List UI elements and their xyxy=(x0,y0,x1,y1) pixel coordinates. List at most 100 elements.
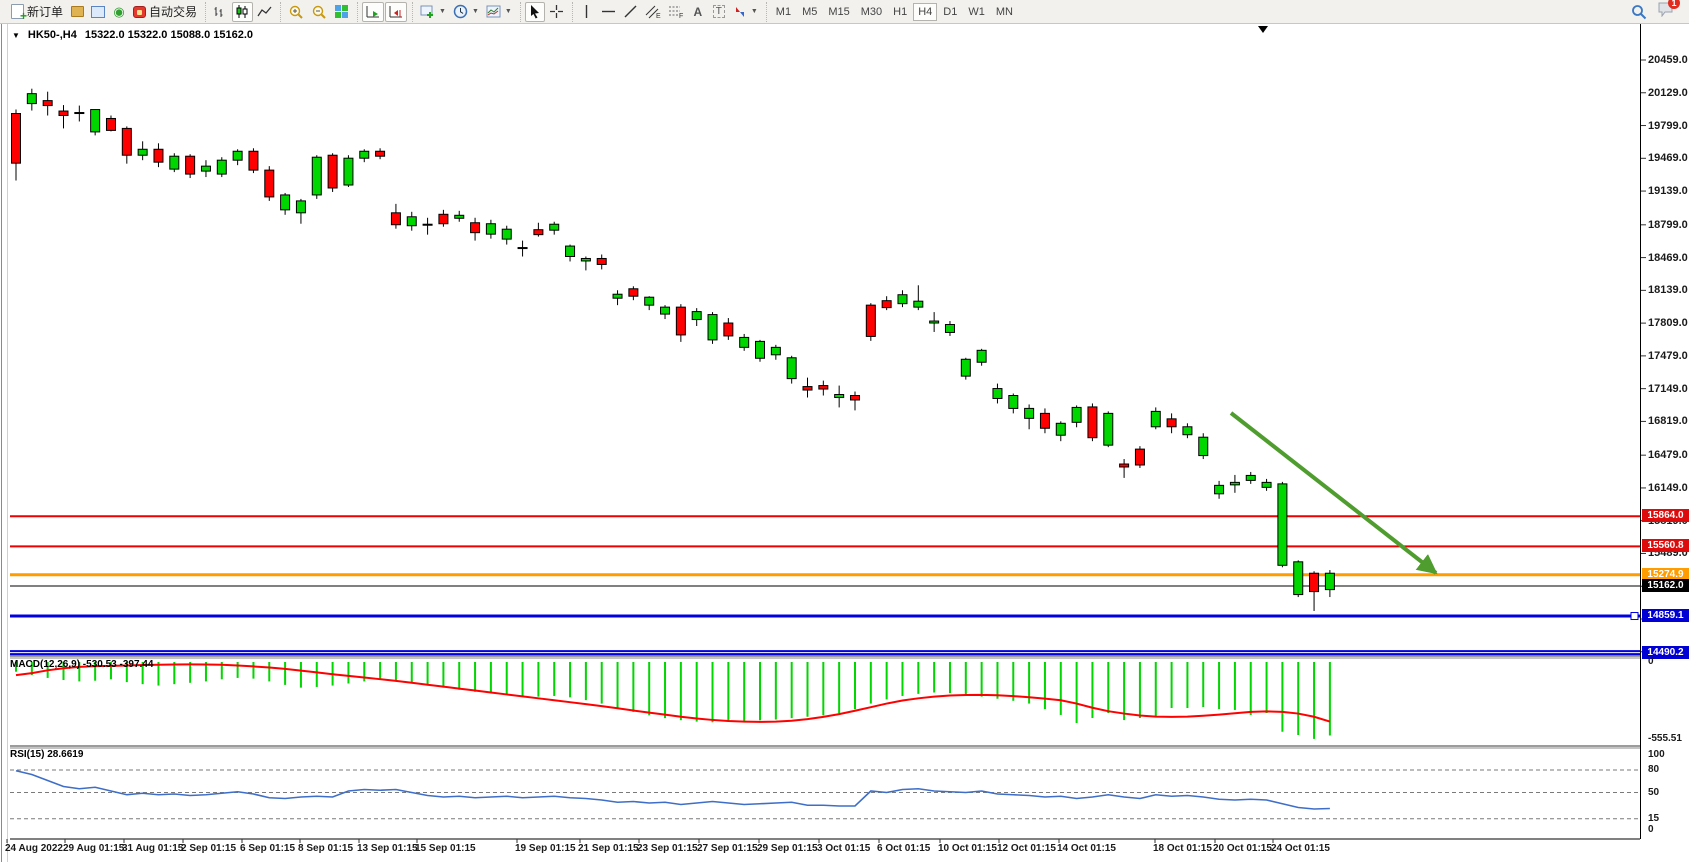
chart-shift-button[interactable] xyxy=(385,2,407,22)
chart-window[interactable]: ▼ HK50-,H4 15322.0 15322.0 15088.0 15162… xyxy=(0,24,1689,862)
new-order-button[interactable]: 新订单 xyxy=(8,2,66,22)
bar-chart-type-icon xyxy=(213,4,228,19)
rsi-line xyxy=(16,771,1330,809)
market-box-button[interactable] xyxy=(67,2,87,22)
toolbar-right: 1 xyxy=(1631,1,1685,22)
insert-group: ▼ ▼ ▼ xyxy=(412,2,519,22)
cursor-button[interactable] xyxy=(525,2,545,22)
price-badge: 15560.8 xyxy=(1642,539,1689,552)
candle-body xyxy=(1135,449,1144,465)
timeframe-mn-button[interactable]: MN xyxy=(991,3,1018,21)
line-chart-type-button[interactable] xyxy=(254,2,275,22)
auto-scroll-icon xyxy=(365,4,381,19)
time-label: 3 Oct 01:15 xyxy=(817,843,870,854)
auto-trading-button[interactable]: 自动交易 xyxy=(130,2,200,22)
text-label-button[interactable]: T xyxy=(709,2,729,22)
tile-windows-button[interactable] xyxy=(331,2,352,22)
chevron-down-icon: ▼ xyxy=(505,8,512,15)
line-selection-handle[interactable] xyxy=(1631,613,1638,620)
timeframe-m30-button[interactable]: M30 xyxy=(856,3,887,21)
vertical-line-button[interactable] xyxy=(577,2,597,22)
trend-arrow[interactable] xyxy=(1231,413,1436,573)
rsi-axis-label: 100 xyxy=(1648,749,1665,760)
trendline-icon xyxy=(623,4,638,19)
add-indicator-icon xyxy=(420,4,435,19)
time-label: 24 Aug 2022 xyxy=(5,843,63,854)
candle-body xyxy=(138,149,147,155)
macd-axis-label: 0 xyxy=(1648,656,1654,667)
equidistant-channel-button[interactable]: E xyxy=(642,2,664,22)
chevron-down-icon: ▼ xyxy=(439,8,446,15)
candle-body xyxy=(534,230,543,235)
new-order-label: 新订单 xyxy=(27,3,63,20)
timeframe-d1-button[interactable]: D1 xyxy=(938,3,962,21)
price-tick-label: 19799.0 xyxy=(1648,120,1688,132)
candle-body xyxy=(518,248,527,249)
horizontal-line-icon xyxy=(601,5,616,18)
line-chart-type-icon xyxy=(257,4,272,19)
fibonacci-button[interactable]: F xyxy=(665,2,687,22)
arrow-objects-button[interactable]: ▼ xyxy=(730,2,761,22)
timeframe-h1-button[interactable]: H1 xyxy=(888,3,912,21)
candle-body xyxy=(756,341,765,358)
period-button[interactable]: ▼ xyxy=(450,2,482,22)
candle-body xyxy=(882,301,891,308)
time-label: 2 Sep 01:15 xyxy=(181,843,236,854)
candle-body xyxy=(898,295,907,304)
equidistant-channel-icon: E xyxy=(645,4,661,19)
signals-button[interactable]: ◉ xyxy=(109,2,129,22)
bar-chart-type-button[interactable] xyxy=(210,2,231,22)
candle-body xyxy=(661,307,670,314)
timeframe-h4-button[interactable]: H4 xyxy=(913,3,937,21)
tools-group xyxy=(520,2,571,22)
timeframe-m5-button[interactable]: M5 xyxy=(797,3,822,21)
chevron-down-icon: ▼ xyxy=(751,8,758,15)
search-icon[interactable] xyxy=(1631,4,1647,20)
time-label: 15 Sep 01:15 xyxy=(415,843,476,854)
horizontal-line-button[interactable] xyxy=(598,2,619,22)
candle-body xyxy=(1278,484,1287,565)
zoom-out-icon xyxy=(311,4,327,20)
candle-body xyxy=(154,149,163,162)
add-indicator-button[interactable]: ▼ xyxy=(417,2,449,22)
timeframe-w1-button[interactable]: W1 xyxy=(963,3,990,21)
timeframe-m15-button[interactable]: M15 xyxy=(823,3,854,21)
candle-body xyxy=(1009,396,1018,409)
rsi-label: RSI(15) 28.6619 xyxy=(10,749,83,760)
trendline-button[interactable] xyxy=(620,2,641,22)
candle-body xyxy=(455,215,464,218)
price-tick-label: 16149.0 xyxy=(1648,482,1688,494)
candle-body xyxy=(391,213,400,225)
candle-body xyxy=(930,321,939,323)
candle-body xyxy=(1294,562,1303,595)
chat-button[interactable]: 1 xyxy=(1657,1,1675,22)
candle-body xyxy=(645,297,654,305)
template-button[interactable]: ▼ xyxy=(483,2,515,22)
price-badge: 15162.0 xyxy=(1642,579,1689,592)
new-chart-button[interactable] xyxy=(88,2,108,22)
candle-body xyxy=(296,201,305,213)
candle-body xyxy=(328,155,337,188)
chart-canvas[interactable] xyxy=(0,24,1689,862)
candle-body xyxy=(692,312,701,320)
candle-body xyxy=(12,114,21,164)
candle-body xyxy=(566,246,575,256)
chart-shift-icon xyxy=(388,4,404,19)
zoom-in-button[interactable] xyxy=(285,2,307,22)
zoom-out-button[interactable] xyxy=(308,2,330,22)
symbol-dropdown-icon[interactable]: ▼ xyxy=(12,31,20,40)
candle-body xyxy=(249,151,258,170)
auto-scroll-button[interactable] xyxy=(362,2,384,22)
price-badge: 14859.1 xyxy=(1642,609,1689,622)
candle-body xyxy=(201,166,210,171)
auto-trading-label: 自动交易 xyxy=(149,3,197,20)
candle-body xyxy=(312,157,321,195)
timeframe-m1-button[interactable]: M1 xyxy=(771,3,796,21)
candle-body xyxy=(1088,407,1097,438)
candle-body xyxy=(91,110,100,132)
crosshair-button[interactable] xyxy=(546,2,567,22)
candle-body xyxy=(1310,573,1319,591)
candlestick-type-button[interactable] xyxy=(232,2,253,22)
crosshair-icon xyxy=(549,4,564,19)
text-button[interactable]: A xyxy=(688,2,708,22)
